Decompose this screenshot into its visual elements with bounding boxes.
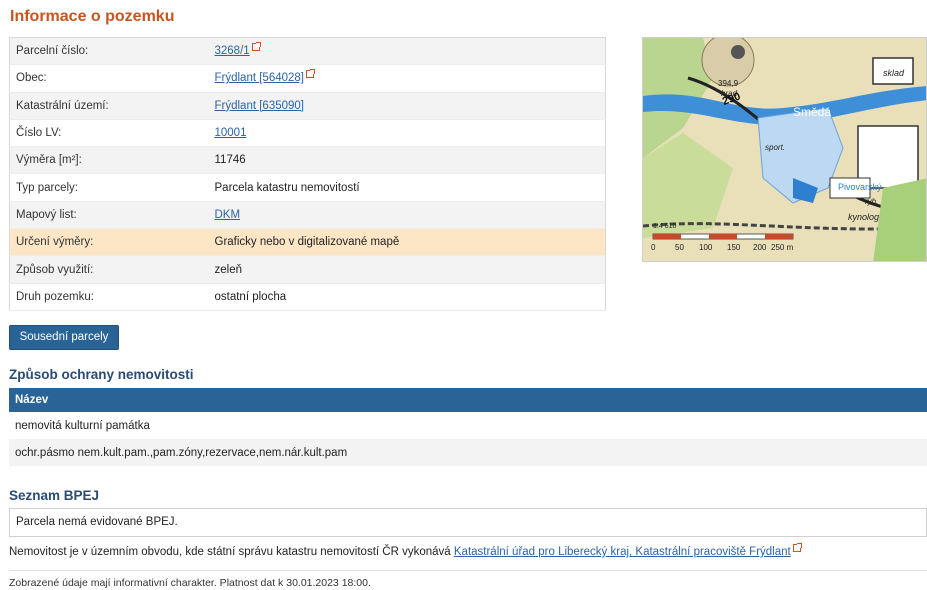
info-row: Obec: Frýdlant [564028] [9, 64, 606, 93]
info-row-value: Parcela katastru nemovitostí [208, 173, 606, 202]
info-row-label: Typ parcely: [9, 173, 209, 202]
cadastral-map[interactable]: 1:4 610 0 50 100 150 200 250 m 394,9 hra… [642, 37, 927, 262]
info-row-value[interactable]: Frýdlant [635090] [208, 92, 606, 120]
info-row-value[interactable]: 10001 [208, 119, 606, 148]
info-row-value: zeleň [208, 255, 606, 284]
info-row: Druh pozemku: ostatní plocha [9, 283, 606, 311]
map-label-ryb: ryb. [865, 197, 878, 206]
info-row-link[interactable]: 3268/1 [215, 45, 250, 57]
protection-heading: Způsob ochrany nemovitosti [9, 367, 194, 382]
map-label-river: Smědá [793, 105, 831, 119]
info-row-label: Parcelní číslo: [9, 37, 209, 66]
info-row-value: ostatní plocha [208, 283, 606, 311]
info-row: Způsob využití: zeleň [9, 255, 606, 284]
info-row-link[interactable]: 10001 [215, 127, 247, 139]
info-row-link[interactable]: DKM [215, 209, 241, 221]
info-row: Výměra [m²]: 11746 [9, 146, 606, 175]
map-label-sport: sport. [765, 143, 785, 152]
protection-row: nemovitá kulturní památka [9, 412, 927, 439]
info-row-label: Druh pozemku: [9, 283, 209, 311]
info-row-text: ostatní plocha [214, 290, 287, 303]
info-row-label: Katastrální území: [9, 92, 209, 120]
info-row-label: Určení výměry: [9, 228, 209, 257]
map-scale-tick: 50 [675, 243, 684, 252]
page-title: Informace o pozemku [10, 8, 175, 25]
external-link-icon [251, 42, 261, 52]
neighbors-button[interactable]: Sousední parcely [9, 325, 119, 350]
map-scale-tick: 100 [699, 243, 713, 252]
info-row: Katastrální území: Frýdlant [635090] [9, 92, 606, 120]
divider [9, 570, 927, 571]
info-row-text: Parcela katastru nemovitostí [214, 181, 360, 194]
info-row-link[interactable]: Frýdlant [635090] [215, 100, 305, 112]
office-link[interactable]: Katastrální úřad pro Liberecký kraj, Kat… [454, 546, 791, 558]
map-scale-tick: 200 [753, 243, 767, 252]
protection-row: ochr.pásmo nem.kult.pam.,pam.zóny,rezerv… [9, 439, 927, 466]
bpej-heading: Seznam BPEJ [9, 488, 100, 503]
info-row-text: 11746 [214, 154, 246, 167]
parcel-info-table: Parcelní číslo: 3268/1 Obec: Frýdlant [5640… [9, 37, 606, 311]
info-row-value[interactable]: 3268/1 [208, 37, 606, 66]
office-notice-text: Nemovitost je v územním obvodu, kde stát… [9, 546, 454, 558]
info-row-value[interactable]: Frýdlant [564028] [208, 64, 606, 93]
info-row-link[interactable]: Frýdlant [564028] [215, 72, 305, 84]
office-notice: Nemovitost je v územním obvodu, kde stát… [9, 543, 802, 558]
map-label-kynolog: kynolog [848, 212, 879, 222]
info-row: Mapový list: DKM [9, 201, 606, 230]
info-row: Určení výměry: Graficky nebo v digitalizo… [9, 228, 606, 257]
info-row-value: Graficky nebo v digitalizované mapě [208, 228, 606, 257]
info-row-label: Obec: [9, 64, 209, 93]
info-row: Typ parcely: Parcela katastru nemovitostí [9, 173, 606, 202]
info-row: Parcelní číslo: 3268/1 [9, 37, 606, 66]
map-label-sklad: sklad [883, 68, 905, 78]
map-scale-tick: 150 [727, 243, 741, 252]
protection-column-header: Název [9, 388, 927, 412]
map-scale-tick: 0 [651, 243, 656, 252]
info-row-text: Graficky nebo v digitalizované mapě [214, 236, 400, 249]
info-row-text: zeleň [214, 263, 243, 276]
external-link-icon [792, 543, 802, 552]
external-link-icon [306, 69, 316, 79]
info-row-value: 11746 [208, 146, 606, 175]
map-label-brewery: Pivovarský [838, 182, 882, 192]
bpej-text: Parcela nemá evidované BPEJ. [9, 508, 927, 537]
protection-table: Název nemovitá kulturní památka ochr.pás… [9, 388, 927, 466]
map-scale-tick: 250 m [771, 243, 794, 252]
info-row-value[interactable]: DKM [208, 201, 606, 230]
info-row: Číslo LV: 10001 [9, 119, 606, 148]
info-row-label: Mapový list: [9, 201, 209, 230]
info-row-label: Způsob využití: [9, 255, 209, 284]
map-image: 1:4 610 0 50 100 150 200 250 m 394,9 hra… [643, 38, 926, 261]
data-validity-footer: Zobrazené údaje mají informativní charak… [9, 577, 371, 589]
map-scale-ratio: 1:4 610 [653, 223, 676, 230]
map-label-hill: 394,9 [718, 79, 739, 88]
info-row-label: Výměra [m²]: [9, 146, 209, 175]
info-row-label: Číslo LV: [9, 119, 209, 148]
